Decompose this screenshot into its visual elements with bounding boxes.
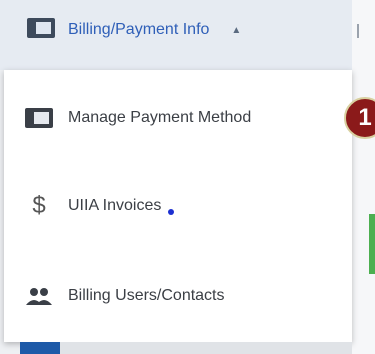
bottom-accent-bar — [20, 342, 60, 354]
status-strip — [369, 214, 375, 274]
menu-item-label: Billing Users/Contacts — [68, 287, 225, 304]
menu-item-manage-payment-method[interactable]: Manage Payment Method — [4, 88, 352, 148]
users-icon — [24, 286, 54, 306]
credit-card-icon — [24, 107, 54, 129]
page-edge — [352, 0, 375, 354]
billing-payment-info-nav[interactable]: Billing/Payment Info ▲ — [26, 12, 241, 48]
credit-card-icon — [26, 17, 56, 44]
cursor-dot — [168, 209, 174, 215]
menu-item-label: UIIA Invoices — [68, 197, 162, 214]
dollar-icon: $ — [32, 192, 46, 219]
billing-payment-info-label: Billing/Payment Info — [68, 21, 210, 38]
billing-dropdown-menu: Manage Payment Method $ UIIA Invoices Bi… — [4, 70, 352, 342]
caret-up-icon[interactable]: ▲ — [231, 25, 241, 36]
menu-item-uiia-invoices[interactable]: $ UIIA Invoices — [4, 176, 352, 236]
menu-item-label: Manage Payment Method — [68, 109, 252, 126]
bottom-bar — [60, 342, 352, 354]
divider — [357, 24, 359, 38]
menu-item-billing-users-contacts[interactable]: Billing Users/Contacts — [4, 266, 352, 326]
